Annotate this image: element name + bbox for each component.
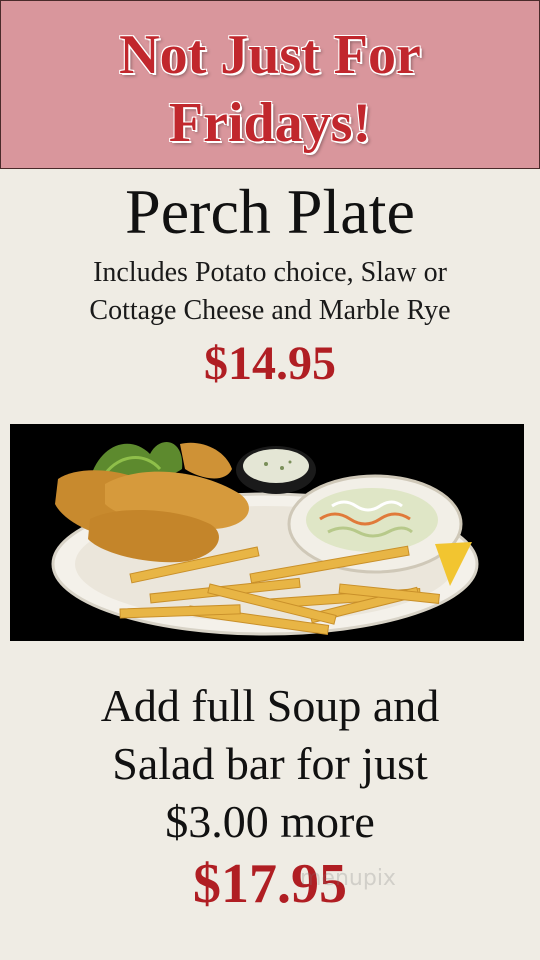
addon-price: $17.95 bbox=[193, 853, 347, 915]
banner-title-line-2: Fridays! bbox=[168, 92, 372, 154]
item-title: Perch Plate bbox=[125, 176, 415, 247]
watermark: menupix bbox=[300, 866, 396, 891]
addon-text-line-2: Salad bar for just bbox=[112, 738, 428, 789]
banner-title-line-1: Not Just For bbox=[119, 24, 421, 86]
addon-text-line-1: Add full Soup and bbox=[100, 680, 440, 731]
fish-plate-photo bbox=[10, 424, 524, 641]
item-description-line-1: Includes Potato choice, Slaw or bbox=[93, 257, 447, 288]
item-description-line-2: Cottage Cheese and Marble Rye bbox=[89, 295, 451, 326]
addon-text-line-3: $3.00 more bbox=[165, 796, 375, 847]
item-price: $14.95 bbox=[204, 337, 336, 390]
header-banner: Not Just For Fridays! bbox=[0, 0, 540, 169]
